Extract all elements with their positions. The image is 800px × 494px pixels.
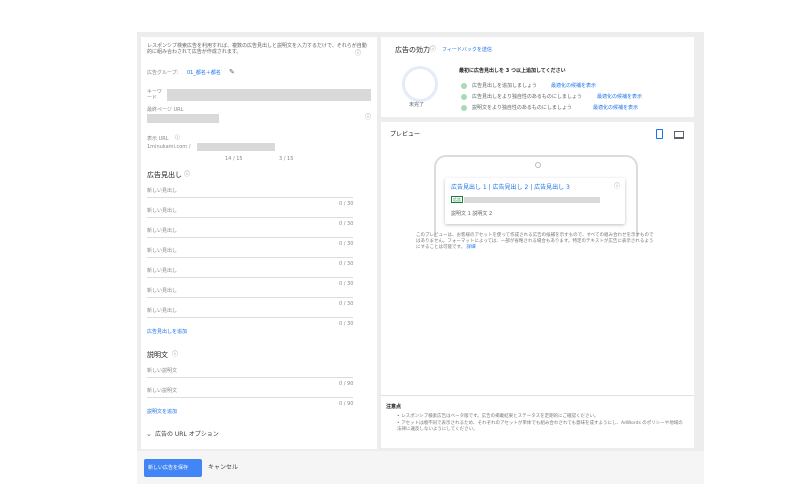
save-ad-button-label: 新しい広告を保存 [148, 465, 189, 471]
description-input-1[interactable]: 新しい説明文 [147, 368, 177, 374]
descriptions-help-icon[interactable]: ⓘ [172, 351, 178, 358]
mobile-device-icon[interactable] [656, 129, 663, 139]
notes-item-1: • レスポンシブ検索広告はベータ版です。広告の掲載結果とステータスを定期的にご確… [397, 414, 599, 419]
desktop-device-icon[interactable] [674, 131, 684, 139]
info-icon[interactable]: ⓘ [614, 183, 620, 190]
path2-counter: 3 / 15 [279, 156, 294, 162]
description-input-2[interactable]: 新しい説明文 [147, 388, 177, 394]
description-counter-1: 0 / 90 [339, 381, 354, 387]
final-url-field[interactable] [147, 114, 219, 123]
headline-counter-5: 0 / 30 [339, 281, 354, 287]
strength-item-3: 説明文をより独自性のあるものにしましょう [472, 105, 572, 111]
headline-input-6[interactable]: 新しい見出し [147, 288, 177, 294]
headline-input-5[interactable]: 新しい見出し [147, 268, 177, 274]
notes-item-1-text: レスポンシブ検索広告はベータ版です。広告の掲載結果とステータスを定期的にご確認く… [401, 414, 599, 419]
headline-underline [147, 297, 353, 298]
headline-counter-7: 0 / 30 [339, 321, 354, 327]
ad-strength-help-icon[interactable]: ⓘ [430, 46, 436, 53]
strength-status: 未完了 [409, 102, 425, 108]
path1-counter: 14 / 15 [225, 156, 243, 162]
action-bar: 新しい広告を保存 キャンセル [137, 451, 704, 484]
descriptions-title: 説明文 [147, 351, 168, 359]
preview-description: 説明文 1 説明文 2 [451, 211, 493, 217]
ad-preview-card: 広告見出し 1 | 広告見出し 2 | 広告見出し 3 ⓘ 広告 説明文 1 説… [445, 178, 625, 224]
preview-panel: プレビュー 広告見出し 1 | 広告見出し 2 | 広告見出し 3 ⓘ 広告 説… [381, 122, 694, 448]
final-url-label: 最終ページ URL [147, 107, 184, 113]
display-url-help-icon[interactable]: ⓘ [175, 135, 180, 141]
help-icon[interactable]: ⓘ [355, 50, 361, 57]
preview-note: このプレビューは、お客様のアセットを使って作成される広告の候補を示すもので、すべ… [416, 233, 656, 251]
keyword-label: キーワード [147, 89, 163, 101]
description-underline [147, 377, 353, 378]
preview-note-link[interactable]: 詳細 [467, 245, 476, 250]
headline-counter-4: 0 / 30 [339, 261, 354, 267]
display-url-label: 表示 URL [147, 136, 169, 142]
ad-form-panel: レスポンシブ検索広告を利用すれば、複数の広告見出しと説明文を入力するだけで、それ… [141, 37, 377, 449]
ad-strength-title: 広告の効力 [395, 46, 430, 54]
headline-underline [147, 277, 353, 278]
edit-pencil-icon[interactable]: ✎ [229, 68, 235, 76]
url-options-toggle[interactable]: 広告の URL オプション [155, 431, 219, 438]
headline-input-2[interactable]: 新しい見出し [147, 208, 177, 214]
display-url-base: 1minukami.com / [147, 144, 191, 150]
feedback-link[interactable]: フィードバックを送信 [442, 47, 492, 53]
headline-input-1[interactable]: 新しい見出し [147, 188, 177, 194]
headline-input-4[interactable]: 新しい見出し [147, 248, 177, 254]
headline-input-7[interactable]: 新しい見出し [147, 308, 177, 314]
strength-item-1-link[interactable]: 最適化の候補を表示 [551, 83, 596, 89]
keyword-field[interactable] [167, 89, 371, 101]
check-circle-icon [461, 83, 467, 89]
intro-text: レスポンシブ検索広告を利用すれば、複数の広告見出しと説明文を入力するだけで、それ… [147, 43, 367, 55]
divider [381, 395, 694, 396]
ad-group-label: 広告グループ: [147, 70, 179, 76]
headline-counter-6: 0 / 30 [339, 301, 354, 307]
headline-underline [147, 237, 353, 238]
strength-gauge [402, 66, 438, 102]
add-description-link[interactable]: 説明文を追加 [147, 409, 177, 415]
notes-item-2-text: アセットは順不同で表示されるため、それぞれのアセットが単体でも組み合わされても意… [397, 421, 683, 432]
ad-strength-panel: 広告の効力 ⓘ フィードバックを送信 未完了 最初に広告見出しを 3 つ以上追加… [381, 37, 694, 117]
phone-camera [535, 162, 541, 168]
headline-counter-3: 0 / 30 [339, 241, 354, 247]
strength-item-1: 広告見出しを追加しましょう [472, 83, 538, 89]
strength-item-2-link[interactable]: 最適化の候補を表示 [597, 94, 642, 100]
headline-counter-2: 0 / 30 [339, 221, 354, 227]
ad-badge: 広告 [451, 196, 463, 203]
headline-underline [147, 257, 353, 258]
final-url-help-icon[interactable]: ⓘ [365, 114, 371, 121]
description-counter-2: 0 / 90 [339, 401, 354, 407]
preview-url [464, 197, 600, 203]
notes-item-2: • アセットは順不同で表示されるため、それぞれのアセットが単体でも組み合わされて… [397, 421, 683, 432]
check-circle-icon [461, 105, 467, 111]
save-ad-button[interactable]: 新しい広告を保存 [144, 459, 202, 477]
strength-item-3-link[interactable]: 最適化の候補を表示 [593, 105, 638, 111]
display-url-path-field[interactable] [197, 143, 275, 151]
preview-note-text: このプレビューは、お客様のアセットを使って作成される広告の候補を示すもので、すべ… [416, 233, 654, 250]
notes-title: 注意点 [386, 404, 402, 410]
strength-heading: 最初に広告見出しを 3 つ以上追加してください [459, 68, 566, 74]
check-circle-icon [461, 94, 467, 100]
description-underline [147, 397, 353, 398]
headlines-title: 広告見出し [147, 171, 182, 179]
cancel-button[interactable]: キャンセル [208, 464, 238, 471]
headline-underline [147, 197, 353, 198]
headline-input-3[interactable]: 新しい見出し [147, 228, 177, 234]
headlines-help-icon[interactable]: ⓘ [184, 171, 190, 178]
chevron-down-icon[interactable]: ⌄ [146, 430, 152, 438]
headline-underline [147, 317, 353, 318]
preview-title: プレビュー [390, 131, 421, 138]
add-headline-link[interactable]: 広告見出しを追加 [147, 329, 187, 335]
preview-headline[interactable]: 広告見出し 1 | 広告見出し 2 | 広告見出し 3 [451, 184, 570, 191]
ad-group-value[interactable]: 01_都名＋都名 [187, 70, 221, 76]
headline-counter-1: 0 / 30 [339, 201, 354, 207]
headline-underline [147, 217, 353, 218]
strength-item-2: 広告見出しをより独自性のあるものにしましょう [472, 94, 582, 100]
